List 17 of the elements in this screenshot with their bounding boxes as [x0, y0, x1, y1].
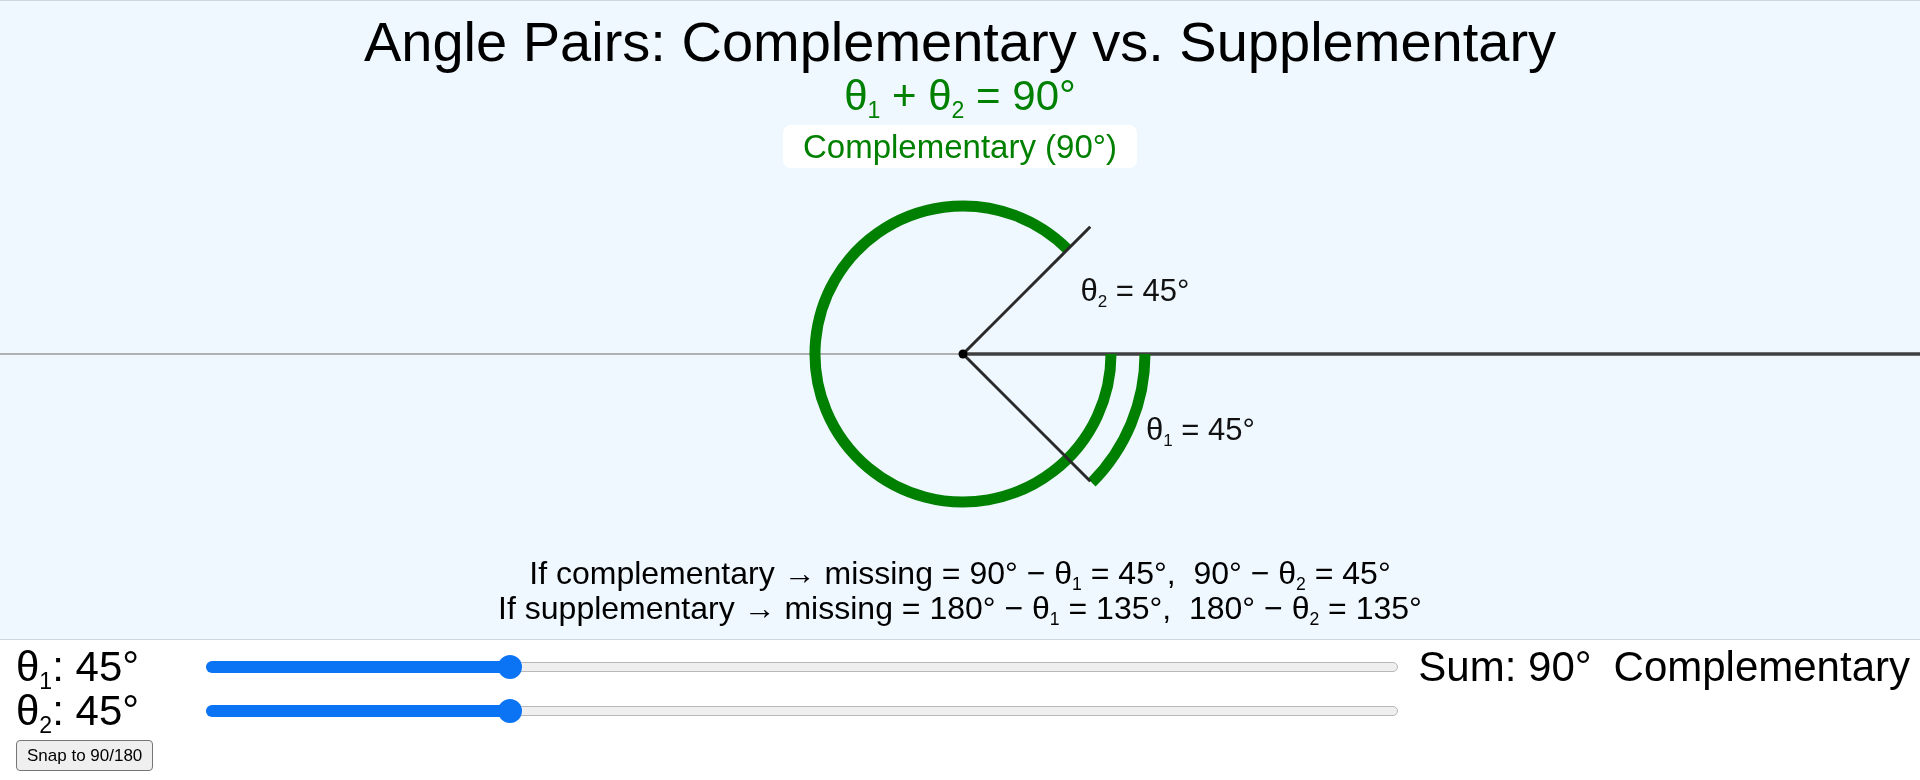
- angle-label: θ$_{2}$ = 45°: [1080, 272, 1190, 309]
- snap-button[interactable]: Snap to 90/180: [16, 740, 154, 771]
- classification-badge: Complementary (90°): [783, 125, 1137, 168]
- slider-thumb[interactable]: [498, 655, 523, 679]
- sum-equation: θ$_{1}$ + θ$_{2}$ = 90°: [844, 73, 1076, 119]
- sum-text: Sum: 90°: [1418, 645, 1592, 689]
- explanation-text: If supplementary → missing = 180° − θ$_{1}$ = 135°, 180° − θ$_{2}$ = 135°: [498, 591, 1422, 626]
- slider-track[interactable]: [206, 655, 1399, 679]
- slider-thumb[interactable]: [498, 699, 523, 723]
- slider-track[interactable]: [206, 699, 1399, 723]
- vertex-dot-icon: [958, 349, 968, 359]
- angle-label: θ$_{1}$ = 45°: [1145, 411, 1255, 448]
- classification-text: Complementary: [1613, 645, 1910, 689]
- slider-label: θ$_{2}$: 45°: [16, 689, 140, 733]
- explanation-text: If complementary → missing = 90° − θ$_{1}$ = 45°, 90° − θ$_{2}$ = 45°: [529, 556, 1391, 591]
- slider-label: θ$_{1}$: 45°: [16, 645, 140, 689]
- page-title: Angle Pairs: Complementary vs. Supplementary: [363, 11, 1557, 73]
